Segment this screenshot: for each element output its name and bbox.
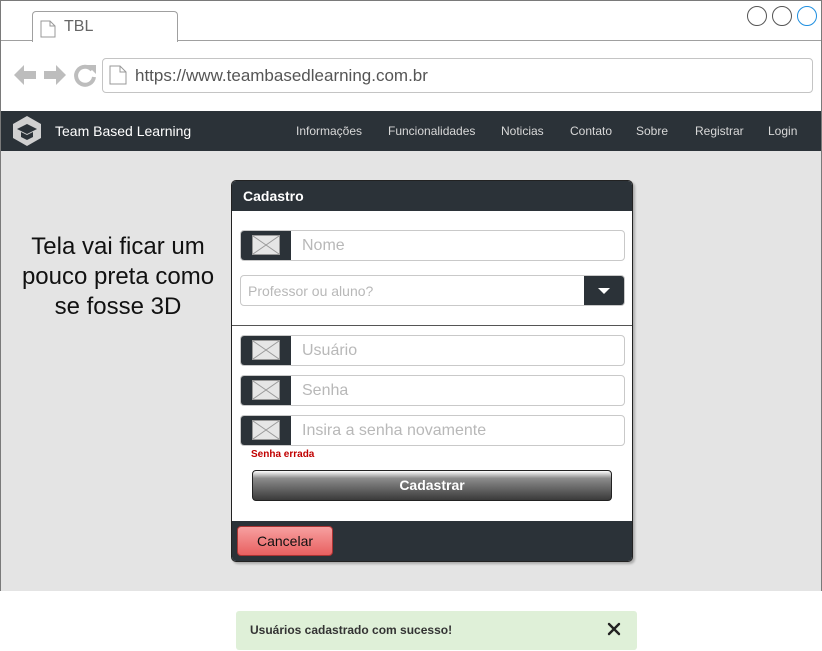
password-placeholder: Senha bbox=[302, 382, 349, 399]
cancel-button[interactable]: Cancelar bbox=[237, 526, 333, 556]
site-navbar: Team Based Learning Informações Funciona… bbox=[1, 111, 821, 151]
dropdown-toggle[interactable] bbox=[584, 276, 624, 305]
confirm-password-field[interactable]: Insira a senha novamente bbox=[240, 415, 625, 446]
minimize-button[interactable] bbox=[747, 6, 767, 26]
envelope-icon bbox=[241, 376, 291, 405]
address-bar[interactable]: https://www.teambasedlearning.com.br bbox=[102, 58, 813, 93]
modal-footer: Cancelar bbox=[232, 521, 632, 561]
nav-link-informacoes[interactable]: Informações bbox=[296, 124, 362, 138]
chevron-down-icon bbox=[598, 288, 610, 294]
nav-link-noticias[interactable]: Noticias bbox=[501, 124, 544, 138]
nav-link-funcionalidades[interactable]: Funcionalidades bbox=[388, 124, 475, 138]
nav-link-contato[interactable]: Contato bbox=[570, 124, 612, 138]
back-arrow-icon[interactable] bbox=[12, 62, 38, 93]
name-field[interactable]: Nome bbox=[240, 230, 625, 261]
role-placeholder: Professor ou aluno? bbox=[248, 283, 374, 299]
toast-message: Usuários cadastrado com sucesso! bbox=[250, 623, 453, 637]
nav-link-login[interactable]: Login bbox=[768, 124, 797, 138]
register-modal: Cadastro Nome Professor ou aluno? Usuári… bbox=[231, 180, 633, 562]
page-icon bbox=[40, 20, 56, 43]
browser-tab[interactable]: TBL bbox=[32, 11, 178, 42]
register-button[interactable]: Cadastrar bbox=[252, 470, 612, 501]
envelope-icon bbox=[241, 416, 291, 445]
graduation-cap-icon[interactable] bbox=[12, 115, 42, 152]
nav-link-registrar[interactable]: Registrar bbox=[695, 124, 744, 138]
envelope-icon bbox=[241, 231, 291, 260]
confirm-password-placeholder: Insira a senha novamente bbox=[302, 422, 487, 439]
close-icon[interactable] bbox=[607, 622, 621, 641]
username-field[interactable]: Usuário bbox=[240, 335, 625, 366]
tab-bar: TBL bbox=[1, 1, 821, 42]
role-select[interactable]: Professor ou aluno? bbox=[240, 275, 625, 306]
modal-header: Cadastro bbox=[232, 181, 632, 211]
error-message: Senha errada bbox=[251, 449, 315, 460]
password-field[interactable]: Senha bbox=[240, 375, 625, 406]
section-divider bbox=[232, 325, 632, 326]
close-window-button[interactable] bbox=[797, 6, 817, 26]
success-toast: Usuários cadastrado com sucesso! bbox=[236, 611, 637, 650]
reload-icon[interactable] bbox=[72, 62, 98, 93]
brand-name[interactable]: Team Based Learning bbox=[55, 123, 191, 139]
forward-arrow-icon[interactable] bbox=[42, 62, 68, 93]
envelope-icon bbox=[241, 336, 291, 365]
browser-toolbar: https://www.teambasedlearning.com.br bbox=[1, 42, 821, 111]
tab-title: TBL bbox=[64, 18, 94, 35]
name-placeholder: Nome bbox=[302, 237, 345, 254]
url-text: https://www.teambasedlearning.com.br bbox=[135, 66, 428, 85]
maximize-button[interactable] bbox=[772, 6, 792, 26]
modal-title: Cadastro bbox=[243, 188, 304, 204]
page-icon bbox=[109, 65, 127, 90]
nav-link-sobre[interactable]: Sobre bbox=[636, 124, 668, 138]
username-placeholder: Usuário bbox=[302, 342, 358, 359]
annotation-note: Tela vai ficar um pouco preta como se fo… bbox=[21, 233, 215, 320]
